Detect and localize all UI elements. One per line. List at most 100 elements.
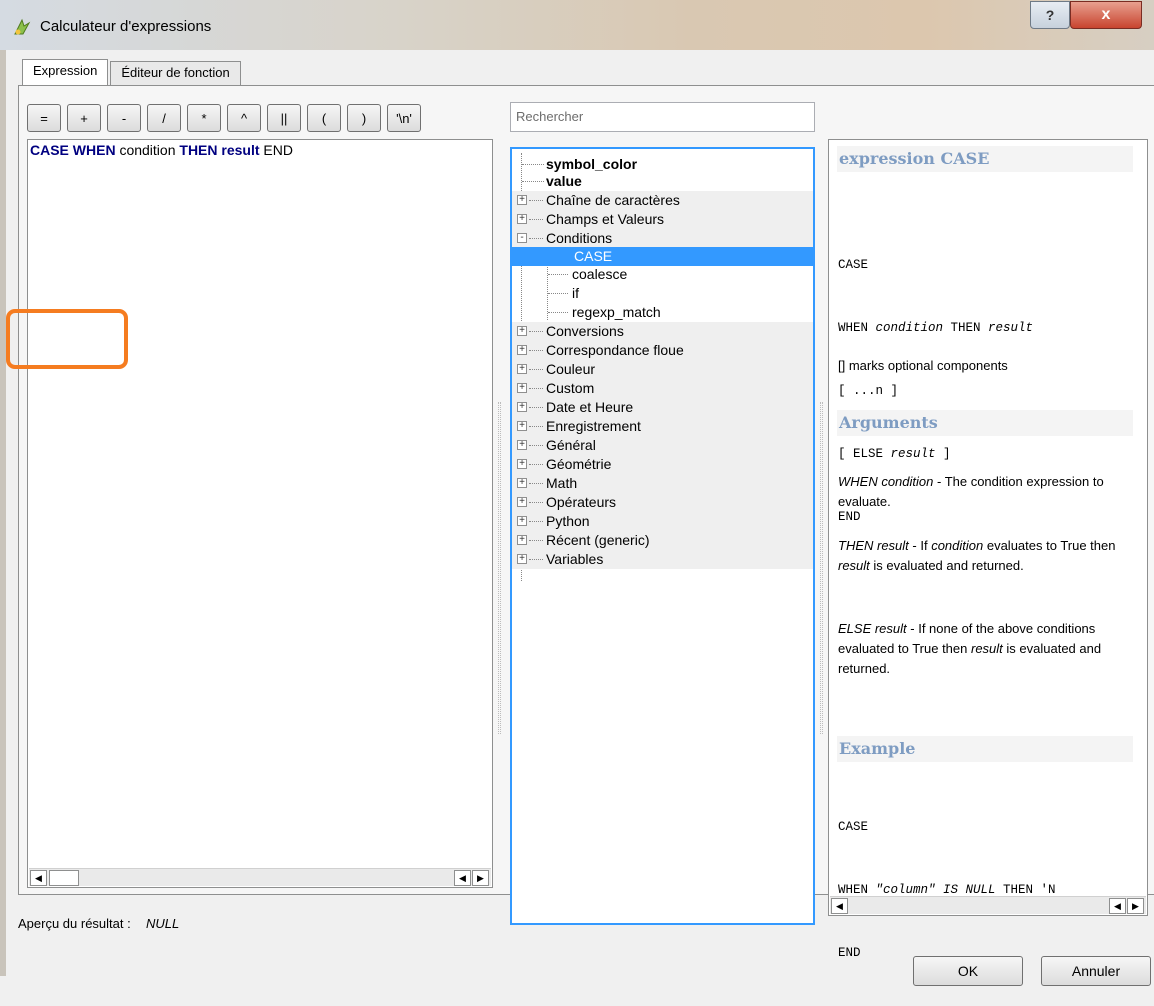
tree-item-string[interactable]: + Chaîne de caractères [512, 191, 813, 210]
tree-connector [529, 350, 543, 351]
tab-expression[interactable]: Expression [22, 59, 109, 85]
expand-icon[interactable]: + [517, 345, 527, 355]
expr-token: END [259, 142, 293, 158]
help-button[interactable]: ? [1030, 1, 1070, 29]
example-line: CASE [838, 820, 869, 834]
concat-button[interactable]: || [267, 104, 301, 132]
tree-item-conditions[interactable]: - Conditions [512, 229, 813, 248]
close-button[interactable]: x [1070, 1, 1142, 29]
expand-icon[interactable]: + [517, 383, 527, 393]
tree-item-date-time[interactable]: + Date et Heure [512, 398, 813, 417]
tab-function-editor[interactable]: Éditeur de fonction [110, 61, 241, 85]
search-input[interactable]: Rechercher [510, 102, 815, 132]
tree-item-custom[interactable]: + Custom [512, 379, 813, 398]
tree-label: Général [546, 437, 596, 453]
collapse-icon[interactable]: - [517, 233, 527, 243]
tree-label: if [572, 285, 579, 301]
expand-icon[interactable]: + [517, 478, 527, 488]
scroll-left-icon[interactable]: ◀ [831, 898, 848, 914]
tree-label: Enregistrement [546, 418, 641, 434]
tree-label: Géométrie [546, 456, 612, 472]
expand-icon[interactable]: + [517, 214, 527, 224]
function-tree[interactable]: symbol_color value + Chaîne de caractère… [510, 147, 815, 925]
scroll-left-icon[interactable]: ◀ [1109, 898, 1126, 914]
divide-button[interactable]: / [147, 104, 181, 132]
expand-icon[interactable]: + [517, 195, 527, 205]
multiply-button[interactable]: * [187, 104, 221, 132]
tree-item-record[interactable]: + Enregistrement [512, 417, 813, 436]
tree-connector [529, 238, 543, 239]
equals-button[interactable]: = [27, 104, 61, 132]
tree-connector [529, 559, 543, 560]
tree-item-operators[interactable]: + Opérateurs [512, 493, 813, 512]
ok-button[interactable]: OK [913, 956, 1023, 986]
expand-icon[interactable]: + [517, 421, 527, 431]
syntax-line: [ ...n ] [838, 384, 899, 398]
arguments-heading: Arguments [837, 410, 1133, 436]
tree-label: Date et Heure [546, 399, 634, 415]
tree-item-recent[interactable]: + Récent (generic) [512, 531, 813, 550]
tree-item-color[interactable]: + Couleur [512, 360, 813, 379]
tree-item-fields[interactable]: + Champs et Valeurs [512, 210, 813, 229]
open-paren-button[interactable]: ( [307, 104, 341, 132]
tree-item-variables[interactable]: + Variables [512, 550, 813, 569]
tree-label: Python [546, 513, 590, 529]
syntax-line: [ ELSE result ] [838, 447, 951, 461]
scroll-left-icon[interactable]: ◀ [454, 870, 471, 886]
tree-item-fuzzy[interactable]: + Correspondance floue [512, 341, 813, 360]
tree-label: Opérateurs [546, 494, 617, 510]
tree-item-coalesce[interactable]: coalesce [512, 265, 813, 284]
tree-item-general[interactable]: + Général [512, 436, 813, 455]
tree-label: Math [546, 475, 578, 491]
plus-button[interactable]: + [67, 104, 101, 132]
minus-button[interactable]: - [107, 104, 141, 132]
expression-tab-panel: = + - / * ^ || ( ) '\n' CASE WHEN condit… [6, 85, 1154, 960]
tree-item-if[interactable]: if [512, 284, 813, 303]
expression-dialog: Expression Éditeur de fonction = + - / *… [0, 50, 1154, 986]
help-syntax: CASE WHEN condition THEN result [ ...n ]… [838, 213, 1033, 570]
tree-label: Variables [546, 551, 604, 567]
expand-icon[interactable]: + [517, 459, 527, 469]
scroll-right-icon[interactable]: ▶ [472, 870, 489, 886]
tree-label: value [546, 173, 582, 189]
help-title: expression CASE [837, 146, 1133, 172]
expand-icon[interactable]: + [517, 326, 527, 336]
scroll-right-icon[interactable]: ▶ [1127, 898, 1144, 914]
tree-connector [529, 331, 543, 332]
tree-label: Couleur [546, 361, 596, 377]
tree-label: coalesce [572, 266, 628, 282]
expand-icon[interactable]: + [517, 535, 527, 545]
help-horizontal-scrollbar[interactable]: ◀ ◀ ▶ [830, 896, 1146, 914]
expand-icon[interactable]: + [517, 554, 527, 564]
scroll-left-icon[interactable]: ◀ [30, 870, 47, 886]
scroll-thumb[interactable] [49, 870, 79, 886]
title-bar: Calculateur d'expressions ? x [0, 0, 1154, 50]
expand-icon[interactable]: + [517, 402, 527, 412]
tree-item-python[interactable]: + Python [512, 512, 813, 531]
splitter-handle[interactable] [498, 402, 501, 734]
expression-editor[interactable]: CASE WHEN condition THEN result END ◀ ◀ … [27, 139, 493, 888]
expand-icon[interactable]: + [517, 516, 527, 526]
power-button[interactable]: ^ [227, 104, 261, 132]
editor-horizontal-scrollbar[interactable]: ◀ ◀ ▶ [29, 868, 491, 886]
close-paren-button[interactable]: ) [347, 104, 381, 132]
tree-item-case[interactable]: CASE [512, 247, 813, 266]
tree-item-regexp-match[interactable]: regexp_match [512, 303, 813, 322]
tree-label: Custom [546, 380, 595, 396]
tree-item-conversions[interactable]: + Conversions [512, 322, 813, 341]
expand-icon[interactable]: + [517, 440, 527, 450]
splitter-handle[interactable] [820, 402, 823, 734]
tree-item-value[interactable]: value [512, 172, 813, 191]
tree-connector [529, 502, 543, 503]
expand-icon[interactable]: + [517, 364, 527, 374]
tree-item-math[interactable]: + Math [512, 474, 813, 493]
tree-connector [522, 164, 544, 165]
expand-icon[interactable]: + [517, 497, 527, 507]
newline-button[interactable]: '\n' [387, 104, 421, 132]
tree-connector [529, 540, 543, 541]
cancel-button[interactable]: Annuler [1041, 956, 1151, 986]
scroll-track[interactable] [849, 898, 1109, 914]
example-heading: Example [837, 736, 1133, 762]
tree-connector [548, 293, 568, 294]
tree-item-geometry[interactable]: + Géométrie [512, 455, 813, 474]
